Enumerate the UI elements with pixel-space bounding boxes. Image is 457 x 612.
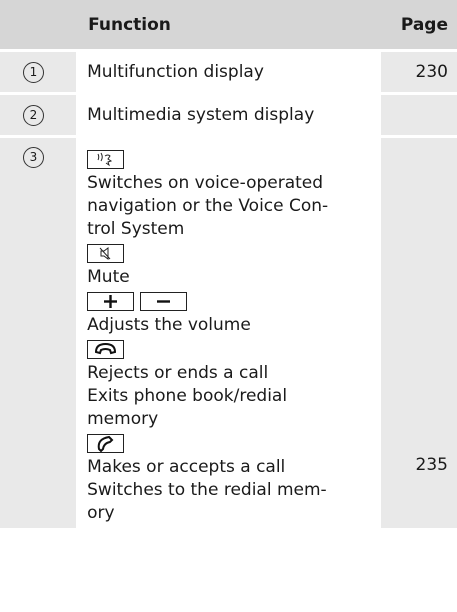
function-text: Multimedia system display xyxy=(76,95,381,135)
function-table: Function Page 1 Multifunction display 23… xyxy=(0,0,457,531)
volume-down-icon xyxy=(140,292,188,311)
item-number-1: 1 xyxy=(23,61,44,83)
page-number xyxy=(380,95,457,135)
page-number: 235 xyxy=(415,455,448,475)
header-page: Page xyxy=(380,0,457,49)
header-number-cell xyxy=(0,0,77,49)
item-number-2: 2 xyxy=(23,104,44,126)
table-header: Function Page xyxy=(0,0,457,49)
accept-call-icon xyxy=(87,434,125,453)
table-row: 2 Multimedia system display xyxy=(0,95,457,135)
end-call-icon xyxy=(87,340,125,359)
table-row: 3 Switches on voice-operated navigation … xyxy=(0,138,457,528)
page-number: 230 xyxy=(380,52,457,92)
mute-icon xyxy=(87,244,125,263)
function-text: Multifunction display xyxy=(76,52,381,92)
item-number-3: 3 xyxy=(23,147,44,168)
table-row: 1 Multifunction display 230 xyxy=(0,52,457,92)
header-function: Function xyxy=(76,0,381,49)
volume-up-icon xyxy=(87,292,135,311)
voice-control-icon xyxy=(87,150,125,169)
